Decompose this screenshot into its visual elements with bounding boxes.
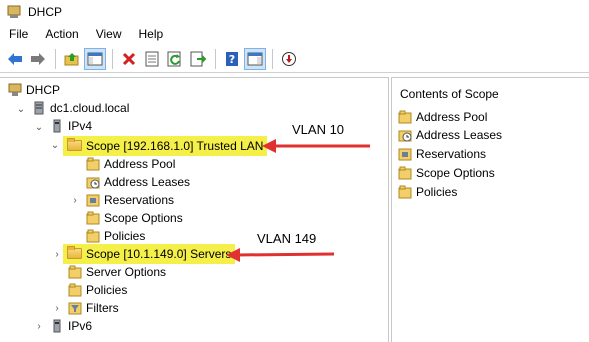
delete-icon[interactable]	[118, 48, 140, 70]
server-options-icon	[68, 265, 82, 279]
chevron-right-icon[interactable]: ›	[52, 303, 62, 314]
list-item-reservations[interactable]: Reservations	[398, 145, 486, 163]
toolbar-separator	[215, 48, 216, 69]
tree-label: Server Options	[86, 265, 167, 279]
export-list-icon[interactable]	[187, 48, 209, 70]
results-header: Contents of Scope	[400, 87, 499, 101]
properties-icon[interactable]	[141, 48, 163, 70]
chevron-down-icon[interactable]: ⌄	[34, 122, 44, 133]
address-pool-icon	[398, 110, 412, 124]
list-item-label: Address Pool	[416, 110, 488, 124]
chevron-down-icon[interactable]: ⌄	[50, 140, 60, 151]
tree-item-dhcp[interactable]: DHCP	[8, 81, 60, 99]
back-icon[interactable]	[4, 48, 26, 70]
tree-label: Address Leases	[104, 175, 191, 189]
list-item-label: Reservations	[416, 147, 487, 161]
tree-label: DHCP	[26, 83, 61, 97]
tree-item-scope-options[interactable]: Scope Options	[86, 209, 183, 227]
reservations-icon	[86, 193, 100, 207]
address-leases-icon	[398, 128, 412, 142]
list-item-label: Policies	[416, 185, 458, 199]
tree-item-server[interactable]: dc1.cloud.local	[32, 99, 129, 117]
window-title: DHCP	[28, 5, 63, 19]
tree-item-scope-trusted-lan[interactable]: Scope [192.168.1.0] Trusted LAN	[63, 136, 268, 156]
menu-file[interactable]: File	[0, 27, 36, 41]
ipv6-icon	[50, 319, 64, 333]
policies-icon	[68, 283, 82, 297]
forward-icon[interactable]	[27, 48, 49, 70]
list-item-address-leases[interactable]: Address Leases	[398, 126, 502, 144]
deactivate-icon[interactable]	[278, 48, 300, 70]
server-icon	[32, 101, 46, 115]
tree-label: IPv6	[68, 319, 93, 333]
tree-item-server-policies[interactable]: Policies	[68, 281, 127, 299]
tree-label: Filters	[86, 301, 119, 315]
vlan-10-annotation: VLAN 10	[292, 122, 345, 137]
toolbar: ?	[0, 45, 589, 73]
menu-bar: File Action View Help	[0, 24, 589, 44]
list-item-scope-options[interactable]: Scope Options	[398, 164, 495, 182]
show-hide-tree-icon[interactable]	[84, 47, 106, 70]
scope-options-icon	[86, 211, 100, 225]
tree-label: Reservations	[104, 193, 175, 207]
scope-options-icon	[398, 166, 412, 180]
refresh-icon[interactable]	[164, 48, 186, 70]
tree-item-ipv6[interactable]: IPv6	[50, 317, 92, 335]
title-bar: DHCP	[0, 0, 589, 24]
address-leases-icon	[86, 175, 100, 189]
menu-view[interactable]: View	[87, 27, 130, 41]
tree-item-reservations[interactable]: Reservations	[86, 191, 174, 209]
tree-item-policies[interactable]: Policies	[86, 227, 145, 245]
dhcp-app-icon	[7, 5, 21, 19]
tree-item-server-options[interactable]: Server Options	[68, 263, 166, 281]
list-item-label: Address Leases	[416, 128, 503, 142]
policies-icon	[398, 185, 412, 199]
menu-action[interactable]: Action	[36, 27, 86, 41]
tree-label: Address Pool	[104, 157, 176, 171]
annotation-arrow-icon	[262, 139, 370, 153]
tree-label: Policies	[86, 283, 128, 297]
dhcp-server-icon	[8, 83, 22, 97]
list-item-label: Scope Options	[416, 166, 495, 180]
tree-label: Policies	[104, 229, 146, 243]
list-item-address-pool[interactable]: Address Pool	[398, 108, 487, 126]
svg-text:?: ?	[229, 53, 235, 66]
folder-icon	[67, 138, 82, 151]
tree-item-scope-servers[interactable]: Scope [10.1.149.0] Servers	[63, 244, 236, 264]
chevron-right-icon[interactable]: ›	[52, 249, 62, 260]
filters-icon	[68, 301, 82, 315]
tree-item-address-pool[interactable]: Address Pool	[86, 155, 175, 173]
show-action-pane-icon[interactable]	[244, 47, 266, 70]
vlan-149-annotation: VLAN 149	[257, 231, 317, 246]
chevron-down-icon[interactable]: ⌄	[16, 104, 26, 115]
up-folder-icon[interactable]	[61, 48, 83, 70]
list-item-policies[interactable]: Policies	[398, 183, 457, 201]
tree-item-address-leases[interactable]: Address Leases	[86, 173, 190, 191]
ipv4-icon	[50, 119, 64, 133]
tree-item-ipv4[interactable]: IPv4	[50, 117, 92, 135]
toolbar-separator	[272, 48, 273, 69]
chevron-right-icon[interactable]: ›	[70, 195, 80, 206]
tree-label: Scope Options	[104, 211, 183, 225]
results-pane[interactable]: Contents of Scope Address Pool Address L…	[391, 77, 589, 342]
toolbar-separator	[55, 48, 56, 69]
folder-icon	[67, 246, 82, 259]
help-icon[interactable]: ?	[221, 48, 243, 70]
annotation-arrow-icon	[226, 248, 335, 262]
address-pool-icon	[86, 157, 100, 171]
tree-label: IPv4	[68, 119, 93, 133]
console-tree[interactable]: DHCP ⌄ dc1.cloud.local ⌄ IPv4 ⌄ Scope [1…	[0, 77, 389, 342]
menu-help[interactable]: Help	[130, 27, 172, 41]
policies-icon	[86, 229, 100, 243]
reservations-icon	[398, 147, 412, 161]
toolbar-separator	[112, 48, 113, 69]
tree-item-filters[interactable]: Filters	[68, 299, 119, 317]
tree-label: dc1.cloud.local	[50, 101, 130, 115]
chevron-right-icon[interactable]: ›	[34, 321, 44, 332]
tree-label: Scope [10.1.149.0] Servers	[86, 246, 232, 261]
tree-label: Scope [192.168.1.0] Trusted LAN	[86, 138, 264, 153]
